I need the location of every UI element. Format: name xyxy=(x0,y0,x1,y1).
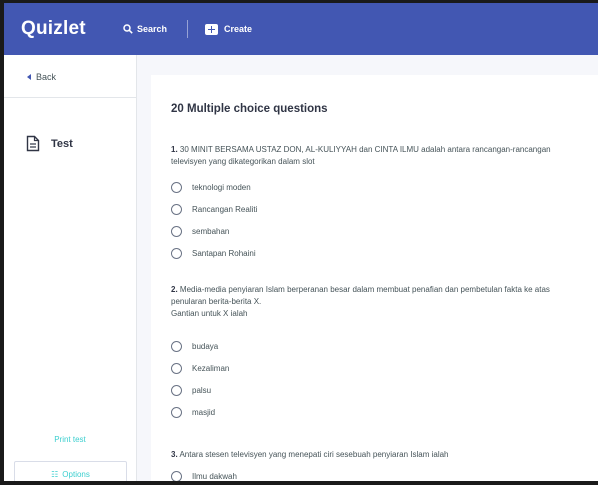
question-1: 1. 30 MINIT BERSAMA USTAZ DON, AL-KULIYY… xyxy=(171,144,596,168)
radio-button[interactable] xyxy=(171,204,182,215)
options-label: Options xyxy=(62,469,90,479)
options-icon: ☷ xyxy=(51,469,59,479)
radio-button[interactable] xyxy=(171,385,182,396)
answer-option[interactable]: palsu xyxy=(171,385,211,396)
answer-option[interactable]: Santapan Rohaini xyxy=(171,248,256,259)
document-icon xyxy=(26,135,40,152)
radio-button[interactable] xyxy=(171,363,182,374)
question-number: 3. xyxy=(171,450,178,459)
question-text: Antara stesen televisyen yang menepati c… xyxy=(179,450,449,459)
create-button[interactable]: Create xyxy=(205,23,253,35)
question-text: 30 MINIT BERSAMA USTAZ DON, AL-KULIYYAH … xyxy=(179,145,551,154)
question-text: penularan berita-berita X. xyxy=(171,297,262,306)
option-label: Santapan Rohaini xyxy=(192,249,256,258)
nav-divider xyxy=(187,20,189,38)
sidebar-divider xyxy=(4,97,136,98)
question-line: 1. 30 MINIT BERSAMA USTAZ DON, AL-KULIYY… xyxy=(171,144,596,156)
option-label: palsu xyxy=(192,386,212,395)
question-text: Gantian untuk X ialah xyxy=(171,309,248,318)
answer-option[interactable]: budaya xyxy=(171,341,218,352)
radio-button[interactable] xyxy=(171,407,182,418)
sidebar-item-label: Test xyxy=(51,137,73,150)
back-label: Back xyxy=(36,72,57,82)
option-label: Rancangan Realiti xyxy=(192,205,258,214)
main-content: 20 Multiple choice questions 1. 30 MINIT… xyxy=(137,55,598,481)
question-3: 3. Antara stesen televisyen yang menepat… xyxy=(171,449,596,461)
question-text: televisyen yang dikategorikan dalam slot xyxy=(171,157,315,166)
radio-button[interactable] xyxy=(171,471,182,481)
option-label: masjid xyxy=(192,408,216,417)
search-button[interactable]: Search xyxy=(123,24,167,34)
create-icon xyxy=(205,23,219,35)
option-label: teknologi moden xyxy=(192,183,251,192)
sidebar-item-test[interactable]: Test xyxy=(26,135,73,152)
option-label: Kezaliman xyxy=(192,364,230,373)
question-text: Media-media penyiaran Islam berperanan b… xyxy=(179,285,550,294)
option-label: Ilmu dakwah xyxy=(192,472,237,481)
answer-option[interactable]: sembahan xyxy=(171,226,229,237)
answer-option[interactable]: Kezaliman xyxy=(171,363,229,374)
create-label: Create xyxy=(224,24,253,34)
page-title: 20 Multiple choice questions xyxy=(171,103,328,115)
question-number: 2. xyxy=(171,285,178,294)
option-label: sembahan xyxy=(192,227,230,236)
search-icon xyxy=(123,24,133,34)
top-navigation-bar: Quizlet Search Create xyxy=(4,3,598,55)
back-link[interactable]: Back xyxy=(27,72,56,82)
answer-option[interactable]: masjid xyxy=(171,407,215,418)
option-label: budaya xyxy=(192,342,219,351)
radio-button[interactable] xyxy=(171,182,182,193)
question-number: 1. xyxy=(171,145,178,154)
answer-option[interactable]: Ilmu dakwah xyxy=(171,471,237,481)
quizlet-logo[interactable]: Quizlet xyxy=(21,18,119,40)
question-line: 2. Media-media penyiaran Islam berperana… xyxy=(171,284,596,296)
sidebar: Back Test Print test ☷ Options xyxy=(4,55,137,481)
back-arrow-icon xyxy=(27,74,31,80)
print-test-link[interactable]: Print test xyxy=(4,435,136,444)
app-window: Quizlet Search Create Back Test Print te… xyxy=(0,0,598,485)
radio-button[interactable] xyxy=(171,341,182,352)
answer-option[interactable]: teknologi moden xyxy=(171,182,251,193)
test-card: 20 Multiple choice questions 1. 30 MINIT… xyxy=(151,75,598,481)
options-button[interactable]: ☷ Options xyxy=(14,461,127,481)
radio-button[interactable] xyxy=(171,248,182,259)
question-2: 2. Media-media penyiaran Islam berperana… xyxy=(171,284,596,320)
radio-button[interactable] xyxy=(171,226,182,237)
answer-option[interactable]: Rancangan Realiti xyxy=(171,204,257,215)
search-label: Search xyxy=(137,24,168,34)
question-line: 3. Antara stesen televisyen yang menepat… xyxy=(171,449,596,461)
